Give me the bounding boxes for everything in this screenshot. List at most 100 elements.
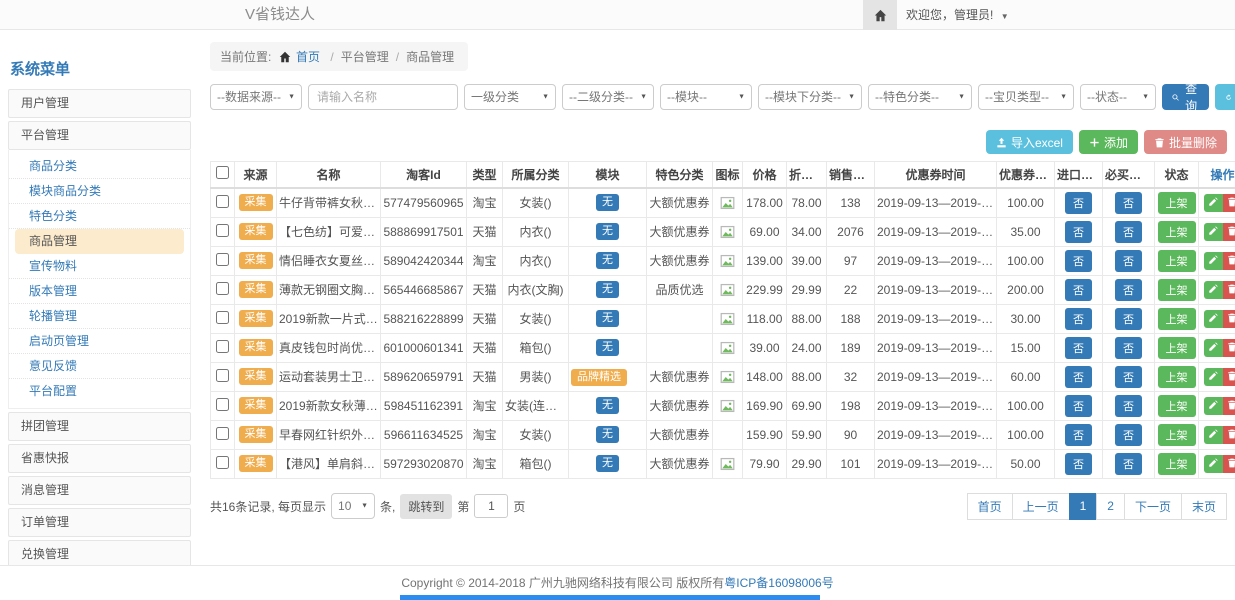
sidebar-section[interactable]: 省惠快报 — [8, 444, 191, 473]
filter-select[interactable]: --模块-- — [660, 84, 752, 110]
sidebar-section[interactable]: 消息管理 — [8, 476, 191, 505]
name-filter-input[interactable] — [308, 84, 458, 110]
delete-button[interactable] — [1223, 397, 1235, 415]
jump-button[interactable]: 跳转到 — [400, 494, 452, 519]
sidebar-item[interactable]: 模块商品分类 — [9, 179, 190, 204]
edit-button[interactable] — [1204, 223, 1223, 241]
delete-button[interactable] — [1223, 368, 1235, 386]
import-select-toggle[interactable]: 否 — [1065, 366, 1092, 388]
status-toggle[interactable]: 上架 — [1158, 424, 1196, 446]
must-buy-toggle[interactable]: 否 — [1115, 424, 1142, 446]
import-select-toggle[interactable]: 否 — [1065, 453, 1092, 475]
filter-select[interactable]: --模块下分类-- — [758, 84, 862, 110]
sidebar-item[interactable]: 启动页管理 — [9, 329, 190, 354]
filter-select[interactable]: --二级分类-- — [562, 84, 654, 110]
edit-button[interactable] — [1204, 252, 1223, 270]
row-checkbox[interactable] — [216, 195, 229, 208]
status-toggle[interactable]: 上架 — [1158, 366, 1196, 388]
icp-link[interactable]: 粤ICP备16098006号 — [724, 576, 833, 590]
delete-button[interactable] — [1223, 310, 1235, 328]
import-select-toggle[interactable]: 否 — [1065, 308, 1092, 330]
must-buy-toggle[interactable]: 否 — [1115, 192, 1142, 214]
jump-page-input[interactable] — [474, 494, 508, 518]
user-menu[interactable]: 欢迎您，管理员! ▼ — [906, 0, 1009, 32]
row-checkbox[interactable] — [216, 282, 229, 295]
filter-select[interactable]: --宝贝类型-- — [978, 84, 1074, 110]
row-checkbox[interactable] — [216, 253, 229, 266]
import-select-toggle[interactable]: 否 — [1065, 221, 1092, 243]
sidebar-item[interactable]: 特色分类 — [9, 204, 190, 229]
page-button[interactable]: 末页 — [1181, 493, 1227, 520]
filter-select[interactable]: --数据来源-- — [210, 84, 302, 110]
must-buy-toggle[interactable]: 否 — [1115, 395, 1142, 417]
sidebar-item[interactable]: 版本管理 — [9, 279, 190, 304]
import-excel-button[interactable]: 导入excel — [986, 130, 1073, 154]
header-home-button[interactable] — [863, 0, 897, 30]
delete-button[interactable] — [1223, 455, 1235, 473]
select-all-checkbox[interactable] — [216, 166, 229, 179]
sidebar-item[interactable]: 平台配置 — [9, 379, 190, 404]
must-buy-toggle[interactable]: 否 — [1115, 337, 1142, 359]
status-toggle[interactable]: 上架 — [1158, 279, 1196, 301]
bottom-scrollbar[interactable] — [400, 595, 820, 600]
edit-button[interactable] — [1204, 455, 1223, 473]
per-page-select[interactable]: 10 — [331, 493, 375, 519]
must-buy-toggle[interactable]: 否 — [1115, 366, 1142, 388]
must-buy-toggle[interactable]: 否 — [1115, 453, 1142, 475]
status-toggle[interactable]: 上架 — [1158, 395, 1196, 417]
delete-button[interactable] — [1223, 426, 1235, 444]
sidebar-item[interactable]: 轮播管理 — [9, 304, 190, 329]
page-button[interactable]: 首页 — [967, 493, 1013, 520]
import-select-toggle[interactable]: 否 — [1065, 395, 1092, 417]
sidebar-item[interactable]: 商品管理 — [15, 229, 184, 254]
sidebar-section[interactable]: 订单管理 — [8, 508, 191, 537]
filter-select[interactable]: --特色分类-- — [868, 84, 972, 110]
import-select-toggle[interactable]: 否 — [1065, 337, 1092, 359]
delete-button[interactable] — [1223, 223, 1235, 241]
status-toggle[interactable]: 上架 — [1158, 308, 1196, 330]
edit-button[interactable] — [1204, 339, 1223, 357]
page-button[interactable]: 1 — [1069, 493, 1098, 520]
delete-button[interactable] — [1223, 339, 1235, 357]
sidebar-section[interactable]: 拼团管理 — [8, 412, 191, 441]
search-button[interactable]: 查询 — [1162, 84, 1209, 110]
delete-button[interactable] — [1223, 252, 1235, 270]
must-buy-toggle[interactable]: 否 — [1115, 279, 1142, 301]
delete-button[interactable] — [1223, 194, 1235, 212]
import-select-toggle[interactable]: 否 — [1065, 279, 1092, 301]
batch-delete-button[interactable]: 批量删除 — [1144, 130, 1227, 154]
filter-select[interactable]: 一级分类 — [464, 84, 556, 110]
edit-button[interactable] — [1204, 426, 1223, 444]
edit-button[interactable] — [1204, 310, 1223, 328]
page-button[interactable]: 下一页 — [1124, 493, 1182, 520]
row-checkbox[interactable] — [216, 369, 229, 382]
must-buy-toggle[interactable]: 否 — [1115, 308, 1142, 330]
row-checkbox[interactable] — [216, 311, 229, 324]
filter-select[interactable]: --状态-- — [1080, 84, 1156, 110]
edit-button[interactable] — [1204, 397, 1223, 415]
page-button[interactable]: 2 — [1096, 493, 1125, 520]
delete-button[interactable] — [1223, 281, 1235, 299]
status-toggle[interactable]: 上架 — [1158, 453, 1196, 475]
sidebar-item[interactable]: 商品分类 — [9, 154, 190, 179]
add-button[interactable]: 添加 — [1079, 130, 1138, 154]
status-toggle[interactable]: 上架 — [1158, 250, 1196, 272]
row-checkbox[interactable] — [216, 224, 229, 237]
must-buy-toggle[interactable]: 否 — [1115, 250, 1142, 272]
reset-button[interactable]: 重置 — [1215, 84, 1235, 110]
sidebar-item[interactable]: 宣传物料 — [9, 254, 190, 279]
page-button[interactable]: 上一页 — [1012, 493, 1070, 520]
row-checkbox[interactable] — [216, 340, 229, 353]
import-select-toggle[interactable]: 否 — [1065, 192, 1092, 214]
import-select-toggle[interactable]: 否 — [1065, 250, 1092, 272]
edit-button[interactable] — [1204, 368, 1223, 386]
sidebar-item[interactable]: 意见反馈 — [9, 354, 190, 379]
sidebar-section[interactable]: 用户管理 — [8, 89, 191, 118]
row-checkbox[interactable] — [216, 456, 229, 469]
breadcrumb-home-link[interactable]: 首页 — [296, 50, 320, 64]
edit-button[interactable] — [1204, 281, 1223, 299]
row-checkbox[interactable] — [216, 427, 229, 440]
row-checkbox[interactable] — [216, 398, 229, 411]
edit-button[interactable] — [1204, 194, 1223, 212]
sidebar-section[interactable]: 平台管理 — [8, 121, 191, 150]
